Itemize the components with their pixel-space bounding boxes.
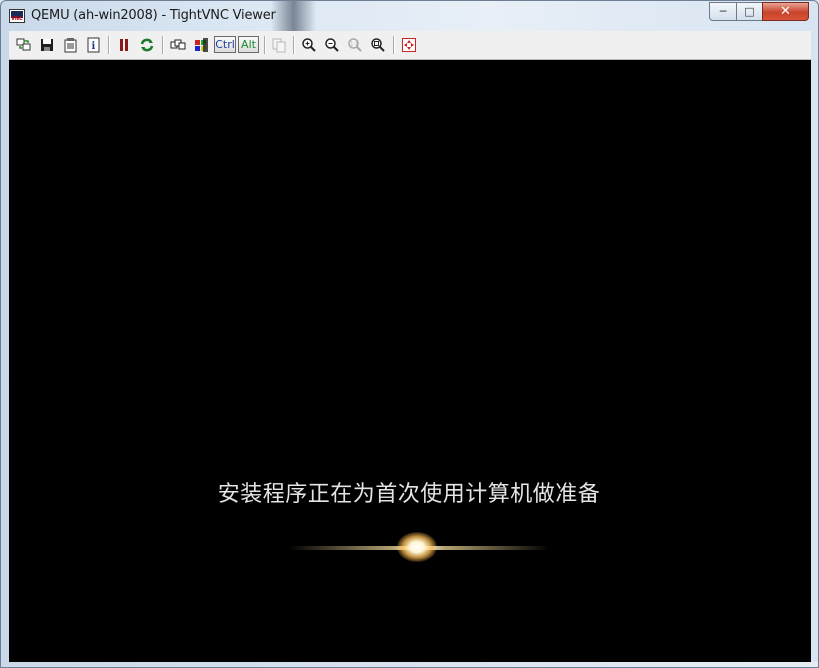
minimize-button[interactable]: ─ [709, 2, 736, 21]
zoom-out-icon[interactable] [322, 35, 342, 55]
vnc-viewer-window: VNC QEMU (ah-win2008) - TightVNC Viewer … [0, 0, 819, 668]
pause-icon[interactable] [114, 35, 134, 55]
save-icon[interactable] [37, 35, 57, 55]
close-button[interactable]: ✕ [762, 2, 809, 21]
window-bottom-border [1, 662, 818, 667]
glass-reflection [271, 1, 316, 31]
refresh-icon[interactable] [137, 35, 157, 55]
options-icon[interactable] [60, 35, 80, 55]
zoom-100-icon[interactable]: 1:1 [345, 35, 365, 55]
new-connection-icon[interactable] [14, 35, 34, 55]
title-bar[interactable]: VNC QEMU (ah-win2008) - TightVNC Viewer … [1, 1, 818, 31]
progress-glow-orb [397, 532, 437, 562]
remote-desktop-screen[interactable]: 安装程序正在为首次使用计算机做准备 [9, 60, 811, 662]
ctrl-alt-del-icon[interactable] [168, 35, 188, 55]
fullscreen-icon[interactable] [399, 35, 419, 55]
svg-text:1:1: 1:1 [350, 42, 358, 48]
zoom-in-icon[interactable] [299, 35, 319, 55]
toolbar: i Ctrl Alt 1:1 [9, 31, 811, 60]
ctrl-key-toggle[interactable]: Ctrl [214, 36, 236, 53]
window-title: QEMU (ah-win2008) - TightVNC Viewer [31, 8, 276, 23]
setup-status-message: 安装程序正在为首次使用计算机做准备 [217, 482, 601, 507]
caption-buttons: ─ □ ✕ [709, 2, 809, 22]
vnc-app-icon[interactable]: VNC [9, 9, 25, 23]
zoom-fit-icon[interactable] [368, 35, 388, 55]
transfer-files-icon[interactable] [269, 35, 289, 55]
ctrl-esc-icon[interactable] [191, 35, 211, 55]
svg-text:i: i [92, 41, 96, 52]
maximize-button[interactable]: □ [736, 2, 762, 21]
connection-info-icon[interactable]: i [83, 35, 103, 55]
alt-key-toggle[interactable]: Alt [238, 36, 259, 53]
